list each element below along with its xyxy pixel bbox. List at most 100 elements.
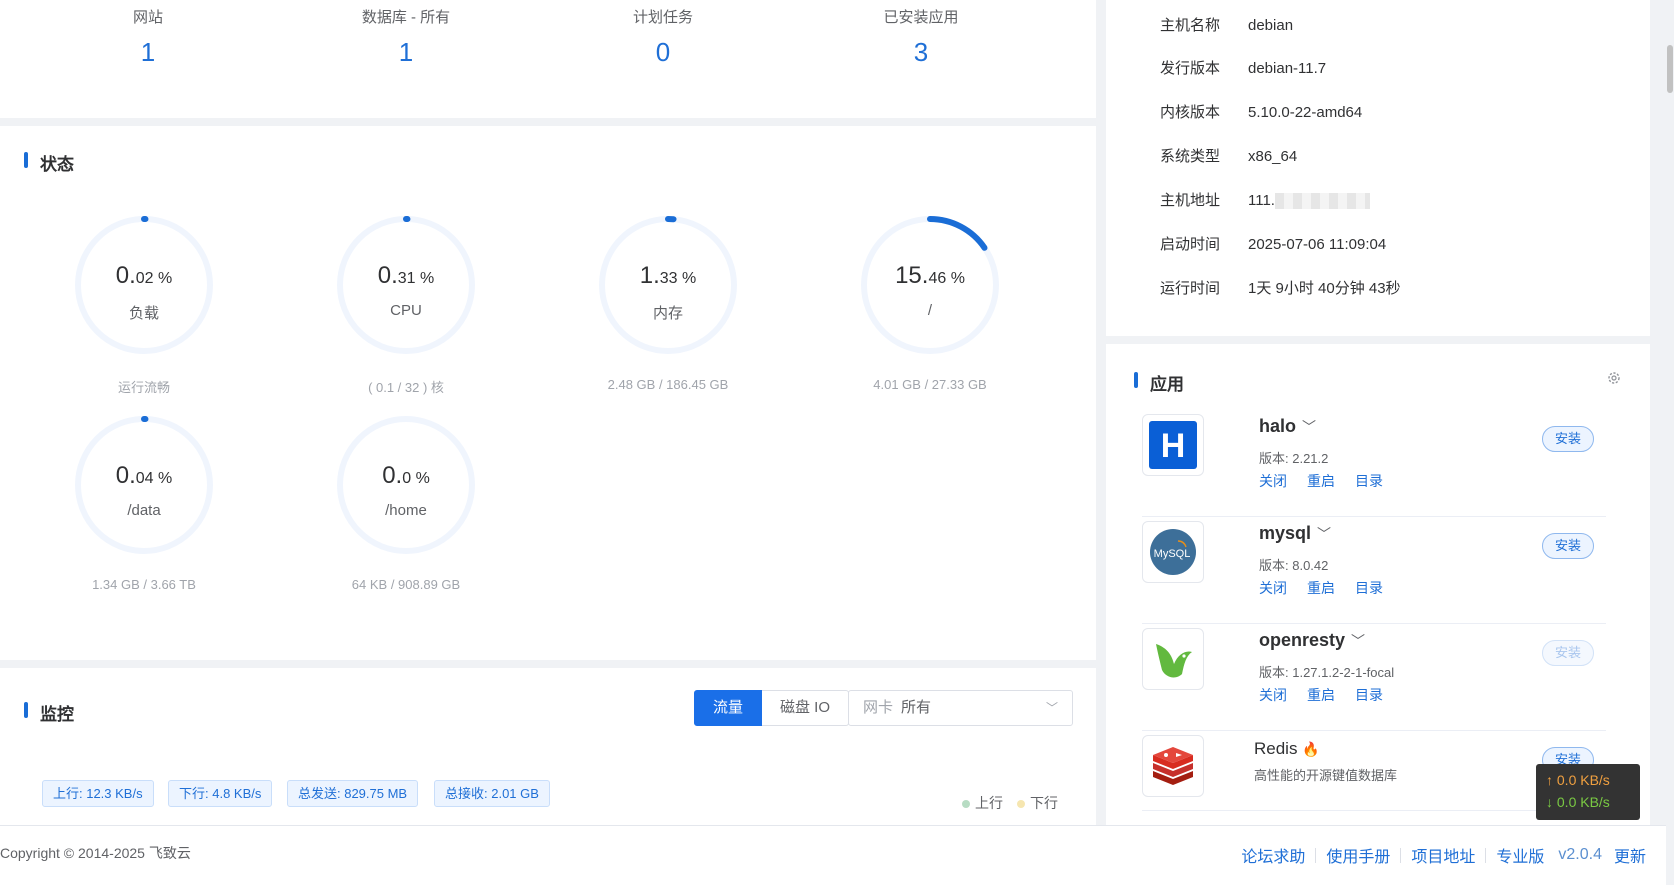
project-link[interactable]: 项目地址 [1401, 843, 1485, 867]
legend-upload[interactable]: 上行 [962, 793, 1003, 813]
system-info-card: 主机名称 debian 发行版本 debian-11.7 内核版本 5.10.0-22… [1106, 0, 1650, 336]
chevron-down-icon[interactable]: ﹀ [1302, 419, 1316, 435]
stat-label: 已安装应用 [883, 9, 959, 26]
gauge-load[interactable]: 0.02 % 负载 运行流畅 [44, 212, 244, 402]
app-name[interactable]: openresty ﹀ [1259, 630, 1365, 651]
gear-icon[interactable] [1606, 370, 1622, 386]
svg-text:H: H [1161, 427, 1186, 465]
gauge-cpu[interactable]: 0.31 % CPU ( 0.1 / 32 ) 核 [306, 212, 506, 402]
network-speed-popup: ↑ 0.0 KB/s ↓ 0.0 KB/s [1536, 764, 1640, 820]
legend-download[interactable]: 下行 [1017, 793, 1058, 813]
gauge-value: 15.46 % [895, 262, 965, 289]
tag-download-rate: 下行: 4.8 KB/s [168, 780, 273, 807]
info-value: 111. [1248, 192, 1275, 209]
gauge-disk-home[interactable]: 0.0 % /home 64 KB / 908.89 GB [306, 412, 506, 602]
gauge-name: CPU [390, 302, 422, 319]
stat-value[interactable]: 3 [821, 37, 1021, 68]
gauge-subtext: 2.48 GB / 186.45 GB [607, 377, 729, 392]
chart-legend: 上行 下行 [962, 793, 1058, 813]
overview-card: 网站 1 数据库 - 所有 1 计划任务 0 已安装应用 3 [0, 0, 1096, 118]
app-name[interactable]: halo ﹀ [1259, 416, 1316, 437]
monitor-card: 监控 流量 磁盘 IO 网卡 所有 ﹀ 上行: 12.3 KB/s 下行: 4.8… [0, 668, 1096, 828]
app-item-mysql: MySQL mysql ﹀ 版本: 8.0.42 关闭 重启 目录 安装 [1142, 517, 1606, 624]
scrollbar[interactable] [1666, 0, 1674, 885]
directory-button[interactable]: 目录 [1355, 578, 1383, 598]
gauge-value: 0.04 % [115, 462, 173, 489]
tag-total-sent: 总发送: 829.75 MB [287, 780, 419, 807]
app-version: 版本: 1.27.1.2-2-1-focal [1259, 665, 1395, 680]
app-item-openresty: openresty ﹀ 版本: 1.27.1.2-2-1-focal 关闭 重启 … [1142, 624, 1606, 731]
tag-total-received: 总接收: 2.01 GB [434, 780, 550, 807]
info-key: 运行时间 [1160, 280, 1221, 297]
nic-select-prefix: 网卡 [863, 699, 894, 716]
gauge-value: 0.0 % [382, 462, 430, 489]
chevron-down-icon[interactable]: ﹀ [1317, 526, 1331, 542]
gauge-subtext: ( 0.1 / 32 ) 核 [368, 380, 444, 395]
info-row-host-address: 主机地址 111. [1160, 189, 1370, 210]
copyright: Copyright © 2014-2025 飞致云 [0, 845, 191, 861]
directory-button[interactable]: 目录 [1355, 471, 1383, 491]
info-row-boot-time: 启动时间 2025-07-06 11:09:04 [1160, 233, 1386, 254]
tab-traffic[interactable]: 流量 [694, 690, 763, 726]
nic-select[interactable]: 网卡 所有 ﹀ [848, 690, 1073, 726]
app-version: 版本: 2.21.2 [1259, 451, 1329, 466]
app-version: 版本: 8.0.42 [1259, 558, 1329, 573]
info-key: 发行版本 [1160, 60, 1221, 77]
forum-link[interactable]: 论坛求助 [1231, 843, 1315, 867]
restart-button[interactable]: 重启 [1307, 578, 1335, 598]
stat-databases[interactable]: 数据库 - 所有 1 [306, 6, 506, 68]
info-key: 主机地址 [1160, 192, 1221, 209]
install-button[interactable]: 安装 [1542, 640, 1594, 666]
redis-logo-icon[interactable] [1142, 735, 1204, 797]
stop-button[interactable]: 关闭 [1259, 578, 1287, 598]
chevron-down-icon[interactable]: ﹀ [1351, 633, 1365, 649]
footer-links: 论坛求助 使用手册 项目地址 专业版 v2.0.4 更新 [1231, 843, 1656, 867]
stat-cron-jobs[interactable]: 计划任务 0 [563, 6, 763, 68]
nic-select-value: 所有 [901, 699, 932, 716]
stop-button[interactable]: 关闭 [1259, 471, 1287, 491]
info-key: 内核版本 [1160, 104, 1221, 121]
apps-title: 应用 [1134, 370, 1184, 395]
info-value: x86_64 [1248, 148, 1298, 165]
status-card: 状态 0.02 % 负载 运行流畅 0.31 % CPU ( 0.1 / 32 … [0, 126, 1096, 660]
install-button[interactable]: 安装 [1542, 533, 1594, 559]
info-value: 5.10.0-22-amd64 [1248, 104, 1363, 121]
info-value: 2025-07-06 11:09:04 [1248, 236, 1387, 253]
app-name[interactable]: mysql ﹀ [1259, 523, 1331, 544]
restart-button[interactable]: 重启 [1307, 685, 1335, 705]
gauge-disk-root[interactable]: 15.46 % / 4.01 GB / 27.33 GB [830, 212, 1030, 402]
stat-installed-apps[interactable]: 已安装应用 3 [821, 6, 1021, 68]
gauge-memory[interactable]: 1.33 % 内存 2.48 GB / 186.45 GB [568, 212, 768, 402]
footer: Copyright © 2014-2025 飞致云 论坛求助 使用手册 项目地址… [0, 825, 1674, 885]
pro-edition-link[interactable]: 专业版 [1486, 843, 1554, 867]
gauge-subtext: 1.34 GB / 3.66 TB [92, 577, 196, 592]
stat-value[interactable]: 1 [306, 37, 506, 68]
gauge-name: 负载 [128, 305, 159, 322]
install-button[interactable]: 安装 [1542, 426, 1594, 452]
mysql-logo-icon[interactable]: MySQL [1142, 521, 1204, 583]
update-link[interactable]: 更新 [1608, 843, 1656, 867]
openresty-logo-icon[interactable] [1142, 628, 1204, 690]
directory-button[interactable]: 目录 [1355, 685, 1383, 705]
stat-value[interactable]: 1 [48, 37, 248, 68]
gauge-subtext: 4.01 GB / 27.33 GB [873, 377, 987, 392]
restart-button[interactable]: 重启 [1307, 471, 1335, 491]
fire-icon: 🔥 [1302, 741, 1320, 757]
apps-card: 应用 H halo ﹀ 版本: 2.21.2 关闭 重启 目录 安装 MySQL … [1106, 344, 1650, 825]
stat-websites[interactable]: 网站 1 [48, 6, 248, 68]
tag-upload-rate: 上行: 12.3 KB/s [42, 780, 154, 807]
monitor-title: 监控 [24, 700, 74, 725]
info-value: 1天 9小时 40分钟 43秒 [1248, 280, 1401, 297]
gauge-subtext: 运行流畅 [117, 380, 170, 395]
app-name[interactable]: Redis 🔥 [1254, 739, 1320, 759]
net-download-speed: ↓ 0.0 KB/s [1546, 794, 1610, 810]
info-key: 系统类型 [1160, 148, 1221, 165]
halo-logo-icon[interactable]: H [1142, 414, 1204, 476]
manual-link[interactable]: 使用手册 [1316, 843, 1400, 867]
tab-disk-io[interactable]: 磁盘 IO [762, 690, 850, 726]
stop-button[interactable]: 关闭 [1259, 685, 1287, 705]
gauge-disk-data[interactable]: 0.04 % /data 1.34 GB / 3.66 TB [44, 412, 244, 602]
stat-value[interactable]: 0 [563, 37, 763, 68]
gauge-name: /home [385, 502, 427, 519]
gauge-value: 0.02 % [115, 262, 173, 289]
